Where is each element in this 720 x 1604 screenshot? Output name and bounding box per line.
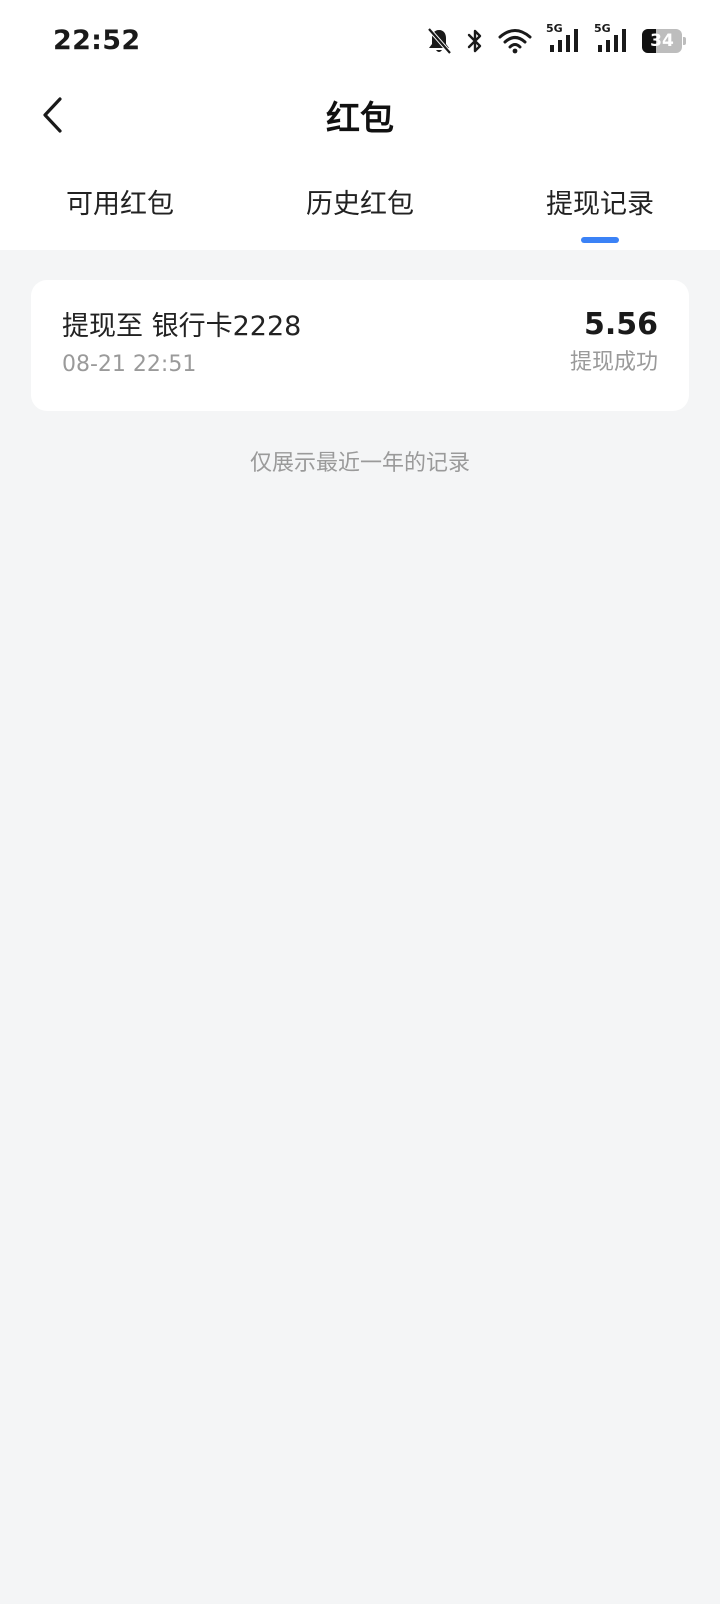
footer-note: 仅展示最近一年的记录 xyxy=(249,451,470,476)
bluetooth-icon xyxy=(466,27,484,55)
record-time: 08-21 22:51 xyxy=(62,352,197,377)
record-status: 提现成功 xyxy=(569,350,658,375)
page-title: 红包 xyxy=(326,99,394,139)
status-icons: 5G 5G 34 xyxy=(426,22,686,56)
tab-withdraw-records[interactable]: 提现记录 xyxy=(480,182,720,242)
list-item[interactable]: 提现至 银行卡2228 08-21 22:51 5.56 提现成功 xyxy=(31,280,689,411)
signal-5g-icon: 5G xyxy=(594,22,628,56)
signal-label: 5G xyxy=(594,22,611,35)
wifi-icon xyxy=(498,28,532,54)
tab-available[interactable]: 可用红包 xyxy=(0,182,240,242)
tab-bar: 可用红包 历史红包 提现记录 xyxy=(0,182,720,250)
record-amount: 5.56 xyxy=(583,307,658,342)
battery-icon: 34 xyxy=(642,29,686,53)
active-tab-indicator xyxy=(581,237,619,243)
signal-5g-icon: 5G xyxy=(546,22,580,56)
tab-history[interactable]: 历史红包 xyxy=(240,182,480,242)
bell-muted-icon xyxy=(426,27,452,55)
signal-label: 5G xyxy=(546,22,563,35)
record-title: 提现至 银行卡2228 xyxy=(62,311,302,342)
battery-level: 34 xyxy=(650,31,674,51)
header-area: 22:52 5G 5G 34 红包 可用红包 历史红包 提现记录 xyxy=(0,0,720,250)
status-time: 22:52 xyxy=(53,25,141,56)
